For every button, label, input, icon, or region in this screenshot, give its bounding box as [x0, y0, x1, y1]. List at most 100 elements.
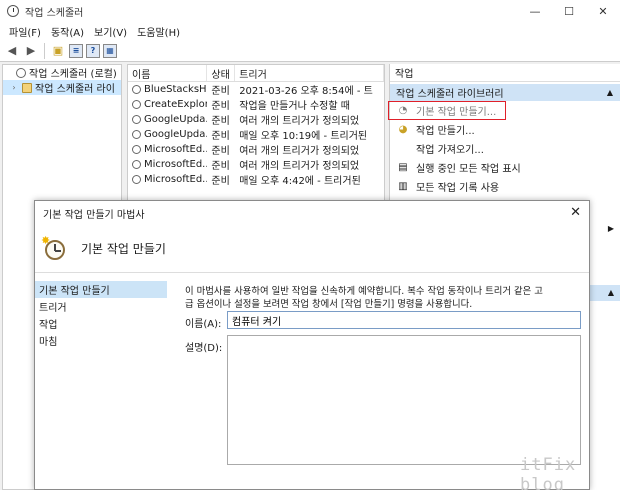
- window-controls: — ☐ ✕: [518, 0, 620, 22]
- close-button[interactable]: ✕: [586, 0, 620, 22]
- properties-icon[interactable]: ≡: [69, 43, 83, 58]
- task-trigger: 매일 오후 10:19에 - 트리거된: [239, 131, 368, 142]
- menu-view[interactable]: 보기(V): [89, 24, 132, 39]
- dialog-body: 이 마법사를 사용하여 일반 작업을 신속하게 예약합니다. 복수 작업 동작이…: [185, 285, 585, 465]
- description-label: 설명(D):: [185, 343, 223, 354]
- task-name: MicrosoftEd...: [144, 159, 208, 170]
- section-label: 작업 스케줄러 라이브러리: [396, 89, 504, 100]
- description-label-row: 설명(D):: [185, 339, 227, 354]
- action-enable-history[interactable]: ▥ 모든 작업 기록 사용: [390, 177, 620, 196]
- description-line: 급 옵션이나 설정을 보려면 작업 창에서 [작업 만들기] 명령을 사용합니다…: [185, 299, 473, 310]
- folder-up-icon[interactable]: ▣: [50, 43, 66, 59]
- console-icon[interactable]: ▦: [103, 43, 117, 58]
- action-label: 모든 작업 기록 사용: [416, 183, 500, 194]
- history-icon: ▥: [398, 181, 408, 192]
- tree-item-local[interactable]: 작업 스케줄러 (로컬): [3, 65, 121, 80]
- wizard-step-action[interactable]: 작업: [35, 315, 171, 332]
- dialog-header: ✸ 기본 작업 만들기: [35, 225, 589, 273]
- task-trigger: 여러 개의 트리거가 정의되었: [239, 116, 360, 127]
- table-row[interactable]: MicrosoftEd... 준비 매일 오후 4:42에 - 트리거된: [128, 172, 384, 187]
- wizard-steps: 기본 작업 만들기 트리거 작업 마침: [35, 281, 171, 489]
- collapse-up-icon[interactable]: ▲: [607, 88, 613, 97]
- description-line: 이 마법사를 사용하여 일반 작업을 신속하게 예약합니다. 복수 작업 동작이…: [185, 286, 543, 297]
- wizard-description: 이 마법사를 사용하여 일반 작업을 신속하게 예약합니다. 복수 작업 동작이…: [185, 285, 585, 311]
- task-icon: [132, 85, 141, 94]
- task-trigger: 2021-03-26 오후 8:54에 - 트: [239, 86, 373, 97]
- task-name-cell: MicrosoftEd...: [128, 159, 207, 170]
- list-header: 이름 상태 트리거: [128, 65, 384, 82]
- table-row[interactable]: MicrosoftEd... 준비 여러 개의 트리거가 정의되었: [128, 142, 384, 157]
- toolbar-separator: [44, 42, 45, 59]
- title-bar: 작업 스케줄러 — ☐ ✕: [0, 0, 620, 22]
- forward-arrow-icon[interactable]: ▶: [23, 43, 39, 59]
- task-status: 준비: [211, 101, 230, 112]
- chevron-right-icon[interactable]: ›: [9, 83, 19, 92]
- menu-help[interactable]: 도움말(H): [132, 24, 185, 39]
- column-trigger[interactable]: 트리거: [235, 65, 384, 81]
- wizard-step-trigger[interactable]: 트리거: [35, 298, 171, 315]
- table-row[interactable]: GoogleUpda... 준비 여러 개의 트리거가 정의되었: [128, 112, 384, 127]
- dialog-title-bar: 기본 작업 만들기 마법사 ✕: [35, 201, 589, 225]
- minimize-button[interactable]: —: [518, 0, 552, 22]
- tree-item-library[interactable]: › 작업 스케줄러 라이: [3, 80, 121, 95]
- task-status: 준비: [211, 146, 230, 157]
- action-create-basic-task[interactable]: ◔ 기본 작업 만들기...: [388, 101, 506, 120]
- basic-task-wizard-dialog: 기본 작업 만들기 마법사 ✕ ✸ 기본 작업 만들기 기본 작업 만들기 트리…: [34, 200, 590, 490]
- table-row[interactable]: CreateExplor... 준비 작업을 만들거나 수정할 때: [128, 97, 384, 112]
- task-name-cell: MicrosoftEd...: [128, 174, 207, 185]
- name-input[interactable]: [227, 311, 581, 329]
- watermark: itFix blog: [520, 455, 577, 490]
- column-status[interactable]: 상태: [207, 65, 236, 81]
- table-row[interactable]: MicrosoftEd... 준비 여러 개의 트리거가 정의되었: [128, 157, 384, 172]
- wizard-step-create-basic-task[interactable]: 기본 작업 만들기: [35, 281, 167, 298]
- task-icon: [132, 145, 141, 154]
- expand-arrow-icon[interactable]: ▶: [608, 224, 614, 233]
- collapse-up-icon[interactable]: ▲: [608, 288, 614, 297]
- action-label: 기본 작업 만들기...: [416, 107, 497, 118]
- task-name-cell: GoogleUpda...: [128, 114, 207, 125]
- action-import-task[interactable]: 작업 가져오기...: [390, 139, 620, 158]
- task-icon: [132, 100, 141, 109]
- task-name: MicrosoftEd...: [144, 144, 208, 155]
- task-list: 이름 상태 트리거 BlueStacksH... 준비 2021-03-26 오…: [127, 64, 385, 204]
- actions-section-header[interactable]: 작업 스케줄러 라이브러리 ▲: [390, 84, 620, 101]
- back-arrow-icon[interactable]: ◀: [4, 43, 20, 59]
- menu-bar: 파일(F) 동작(A) 보기(V) 도움말(H): [0, 22, 620, 40]
- import-icon: [396, 143, 410, 155]
- task-status: 준비: [211, 161, 230, 172]
- basic-task-clock-icon: ✸: [41, 234, 65, 260]
- task-icon: [132, 160, 141, 169]
- close-icon[interactable]: ✕: [570, 205, 581, 220]
- task-trigger: 매일 오후 4:42에 - 트리거된: [239, 176, 361, 187]
- task-name: MicrosoftEd...: [144, 174, 208, 185]
- task-name: CreateExplor...: [144, 99, 207, 110]
- menu-action[interactable]: 동작(A): [46, 24, 89, 39]
- task-trigger: 여러 개의 트리거가 정의되었: [239, 146, 360, 157]
- name-label-row: 이름(A):: [185, 315, 227, 330]
- task-status: 준비: [211, 116, 230, 127]
- task-icon: [132, 115, 141, 124]
- task-name: BlueStacksH...: [144, 84, 207, 95]
- table-row[interactable]: GoogleUpda... 준비 매일 오후 10:19에 - 트리거된: [128, 127, 384, 142]
- task-name-cell: BlueStacksH...: [128, 84, 207, 95]
- task-name: GoogleUpda...: [144, 114, 207, 125]
- wizard-step-finish[interactable]: 마침: [35, 332, 171, 349]
- tree-item-label: 작업 스케줄러 (로컬): [29, 69, 117, 80]
- task-status: 준비: [211, 131, 230, 142]
- basic-task-icon: ◔: [398, 105, 408, 116]
- maximize-button[interactable]: ☐: [552, 0, 586, 22]
- create-task-icon: ◕: [398, 124, 408, 135]
- action-show-running-tasks[interactable]: ▤ 실행 중인 모든 작업 표시: [390, 158, 620, 177]
- task-status: 준비: [211, 86, 230, 97]
- task-icon: [132, 130, 141, 139]
- column-name[interactable]: 이름: [128, 65, 208, 81]
- clock-app-icon: [7, 5, 19, 17]
- task-trigger: 작업을 만들거나 수정할 때: [239, 101, 350, 112]
- help-icon[interactable]: ?: [86, 43, 100, 58]
- action-label: 작업 만들기...: [416, 126, 475, 137]
- task-icon: [132, 175, 141, 184]
- description-textarea[interactable]: [227, 335, 581, 465]
- menu-file[interactable]: 파일(F): [4, 24, 46, 39]
- table-row[interactable]: BlueStacksH... 준비 2021-03-26 오후 8:54에 - …: [128, 82, 384, 97]
- action-create-task[interactable]: ◕ 작업 만들기...: [390, 120, 620, 139]
